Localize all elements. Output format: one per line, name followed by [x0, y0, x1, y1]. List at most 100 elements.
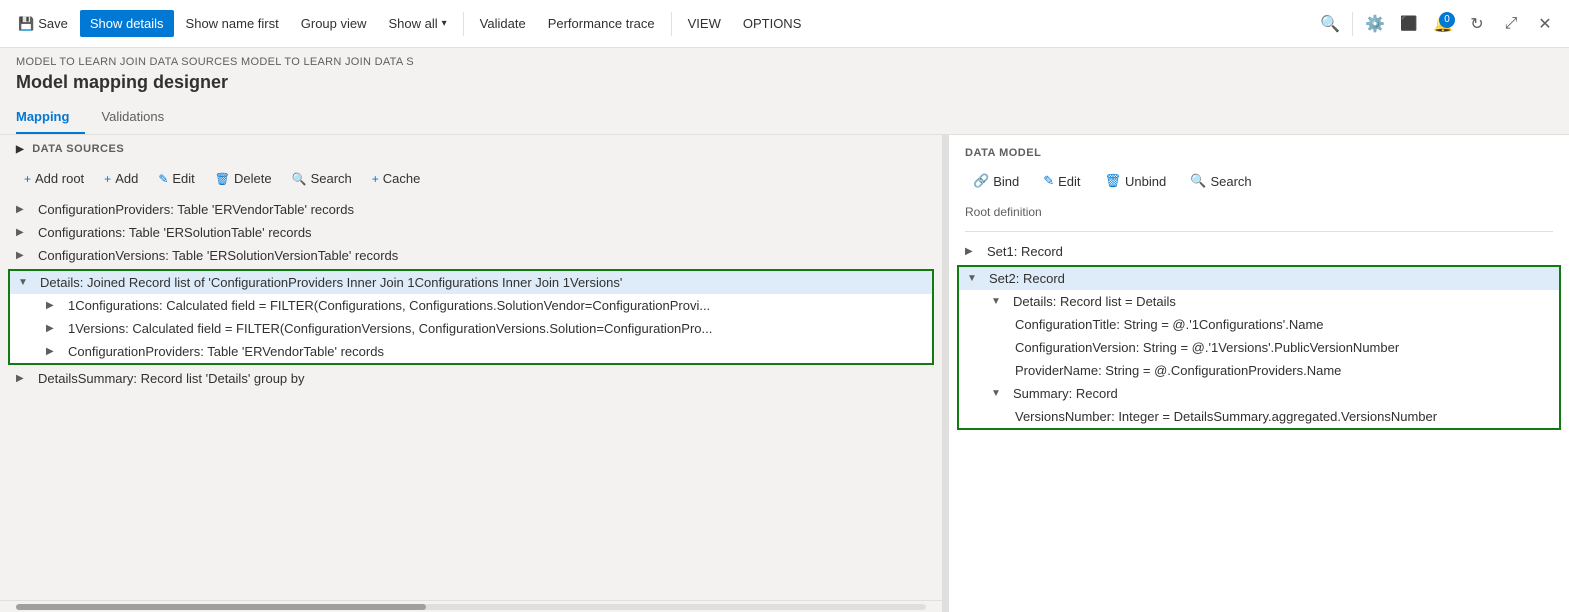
right-edit-button[interactable]: ✎ Edit	[1035, 169, 1088, 193]
tree-item-1ver[interactable]: ▶ 1Versions: Calculated field = FILTER(C…	[10, 317, 932, 340]
tree-label-cv: ConfigurationVersions: Table 'ERSolution…	[38, 248, 398, 263]
right-tree-label-pname: ProviderName: String = @.ConfigurationPr…	[1015, 363, 1341, 378]
tree-item-config-versions[interactable]: ▶ ConfigurationVersions: Table 'ERSoluti…	[0, 244, 942, 267]
office-button[interactable]: ⬛	[1393, 8, 1425, 40]
tree-container[interactable]: ▶ ConfigurationProviders: Table 'ERVendo…	[0, 198, 942, 600]
search-label: Search	[311, 171, 352, 186]
cache-icon: +	[372, 172, 379, 186]
search-button[interactable]: 🔍 Search	[284, 167, 360, 190]
refresh-icon: ↻	[1470, 14, 1483, 34]
expand-icon-cv[interactable]: ▶	[16, 250, 30, 261]
bind-button[interactable]: 🔗 Bind	[965, 169, 1027, 193]
performance-trace-button[interactable]: Performance trace	[538, 10, 665, 37]
divider	[965, 231, 1553, 232]
scroll-thumb[interactable]	[16, 604, 426, 610]
root-definition: Root definition	[949, 201, 1569, 227]
right-tree-container[interactable]: ▶ Set1: Record ▼ Set2: Record ▼ Details:…	[949, 240, 1569, 612]
expand-icon-cp[interactable]: ▶	[16, 204, 30, 215]
main-container: MODEL TO LEARN JOIN DATA SOURCES MODEL T…	[0, 48, 1569, 612]
right-tree-label-set1: Set1: Record	[987, 244, 1063, 259]
show-name-first-button[interactable]: Show name first	[176, 10, 289, 37]
separator-3	[1352, 12, 1353, 36]
show-all-button[interactable]: Show all ▾	[379, 10, 457, 37]
settings-button[interactable]: ⚙️	[1359, 8, 1391, 40]
edit-button[interactable]: ✎ Edit	[150, 167, 202, 190]
right-tree-item-provider-name[interactable]: ProviderName: String = @.ConfigurationPr…	[959, 359, 1559, 382]
settings-icon: ⚙️	[1365, 14, 1385, 34]
expand-icon-1conf[interactable]: ▶	[46, 300, 60, 311]
horizontal-scrollbar[interactable]	[0, 600, 942, 612]
tree-label-cp: ConfigurationProviders: Table 'ERVendorT…	[38, 202, 354, 217]
bind-label: Bind	[993, 174, 1019, 189]
right-tree-label-cver: ConfigurationVersion: String = @.'1Versi…	[1015, 340, 1399, 355]
right-tree-item-set1[interactable]: ▶ Set1: Record	[949, 240, 1569, 263]
add-label: Add	[115, 171, 138, 186]
view-button[interactable]: VIEW	[678, 10, 731, 37]
tab-mapping[interactable]: Mapping	[16, 101, 85, 134]
expand-set1-icon[interactable]: ▶	[965, 246, 979, 257]
notification-button[interactable]: 🔔 0	[1427, 8, 1459, 40]
expand-icon-cprov[interactable]: ▶	[46, 346, 60, 357]
unbind-button[interactable]: 🗑 Unbind	[1097, 169, 1175, 193]
separator-1	[463, 12, 464, 36]
tree-item-1conf[interactable]: ▶ 1Configurations: Calculated field = FI…	[10, 294, 932, 317]
popout-button[interactable]: ⤢	[1495, 8, 1527, 40]
add-icon: +	[104, 172, 111, 186]
refresh-button[interactable]: ↻	[1461, 8, 1493, 40]
delete-button[interactable]: 🗑 Delete	[207, 167, 280, 190]
right-tree-label-set2: Set2: Record	[989, 271, 1065, 286]
expand-icon-1ver[interactable]: ▶	[46, 323, 60, 334]
tree-label-details: Details: Joined Record list of 'Configur…	[40, 275, 622, 290]
right-search-button[interactable]: 🔍 Search	[1182, 169, 1259, 193]
unbind-icon: 🗑	[1105, 173, 1122, 189]
close-button[interactable]: ✕	[1529, 8, 1561, 40]
right-tree-item-versions-number[interactable]: VersionsNumber: Integer = DetailsSummary…	[959, 405, 1559, 428]
tree-item-cprov-child[interactable]: ▶ ConfigurationProviders: Table 'ERVendo…	[10, 340, 932, 363]
right-tree-item-details[interactable]: ▼ Details: Record list = Details	[959, 290, 1559, 313]
group-view-button[interactable]: Group view	[291, 10, 377, 37]
save-button[interactable]: 💾 Save	[8, 10, 78, 38]
tree-item-config-providers[interactable]: ▶ ConfigurationProviders: Table 'ERVendo…	[0, 198, 942, 221]
add-root-button[interactable]: + Add root	[16, 167, 92, 190]
expand-icon-details[interactable]: ▼	[18, 277, 32, 288]
expand-set2-icon[interactable]: ▼	[967, 273, 981, 284]
tree-label-1ver: 1Versions: Calculated field = FILTER(Con…	[68, 321, 712, 336]
search-toolbar-button[interactable]: 🔍	[1314, 8, 1346, 40]
right-tree-item-config-title[interactable]: ConfigurationTitle: String = @.'1Configu…	[959, 313, 1559, 336]
office-icon: ⬛	[1400, 15, 1417, 32]
expand-details-icon[interactable]: ▼	[991, 296, 1005, 307]
right-edit-icon: ✎	[1043, 173, 1054, 189]
show-details-button[interactable]: Show details	[80, 10, 174, 37]
page-title: Model mapping designer	[0, 70, 1569, 101]
tab-validations[interactable]: Validations	[101, 101, 180, 134]
close-icon: ✕	[1538, 14, 1551, 34]
edit-label: Edit	[172, 171, 194, 186]
add-button[interactable]: + Add	[96, 167, 146, 190]
tree-item-configurations[interactable]: ▶ Configurations: Table 'ERSolutionTable…	[0, 221, 942, 244]
separator-2	[671, 12, 672, 36]
collapse-icon[interactable]: ▶	[16, 144, 24, 155]
expand-icon-ds[interactable]: ▶	[16, 373, 30, 384]
tree-item-details-root[interactable]: ▼ Details: Joined Record list of 'Config…	[10, 271, 932, 294]
validate-button[interactable]: Validate	[470, 10, 536, 37]
tree-item-details-summary[interactable]: ▶ DetailsSummary: Record list 'Details' …	[0, 367, 942, 390]
options-button[interactable]: OPTIONS	[733, 10, 812, 37]
bind-icon: 🔗	[973, 173, 989, 189]
tree-label-conf: Configurations: Table 'ERSolutionTable' …	[38, 225, 312, 240]
right-selected-group-box: ▼ Set2: Record ▼ Details: Record list = …	[957, 265, 1561, 430]
search-left-icon: 🔍	[292, 172, 307, 186]
right-tree-item-config-version[interactable]: ConfigurationVersion: String = @.'1Versi…	[959, 336, 1559, 359]
right-tree-item-summary[interactable]: ▼ Summary: Record	[959, 382, 1559, 405]
tree-label-ds: DetailsSummary: Record list 'Details' gr…	[38, 371, 305, 386]
add-root-icon: +	[24, 172, 31, 186]
selected-group-box: ▼ Details: Joined Record list of 'Config…	[8, 269, 934, 365]
right-tree-item-set2[interactable]: ▼ Set2: Record	[959, 267, 1559, 290]
expand-summary-icon[interactable]: ▼	[991, 388, 1005, 399]
left-panel-actions: + Add root + Add ✎ Edit 🗑 Delete 🔍 S	[0, 163, 942, 198]
cache-button[interactable]: + Cache	[364, 167, 429, 190]
expand-icon-conf[interactable]: ▶	[16, 227, 30, 238]
scroll-track[interactable]	[16, 604, 926, 610]
data-model-header: DATA MODEL	[949, 135, 1569, 165]
left-panel: ▶ DATA SOURCES + Add root + Add ✎ Edit	[0, 135, 943, 612]
toolbar: 💾 Save Show details Show name first Grou…	[0, 0, 1569, 48]
